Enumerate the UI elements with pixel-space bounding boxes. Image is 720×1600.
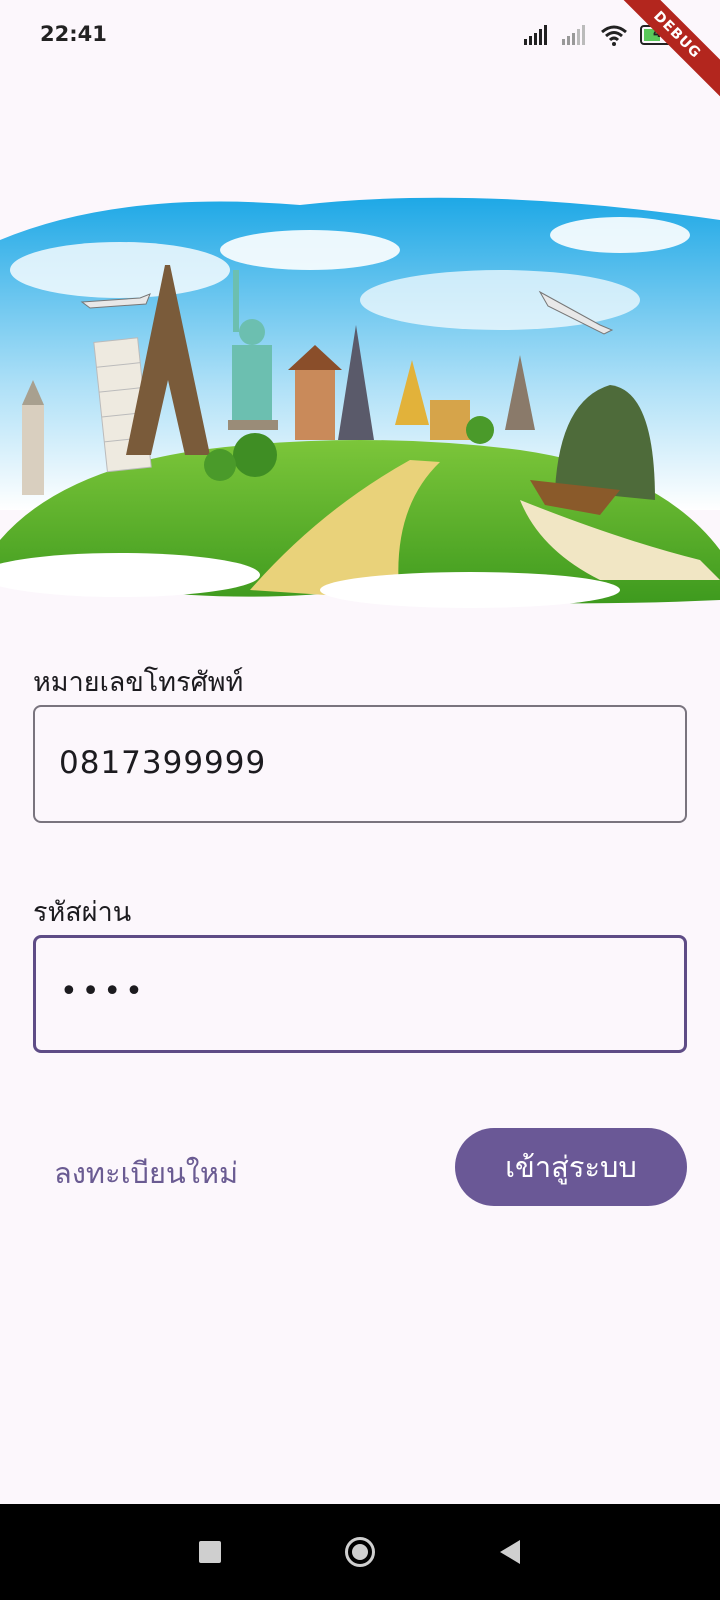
login-button[interactable]: เข้าสู่ระบบ xyxy=(455,1128,687,1206)
register-button[interactable]: ลงทะเบียนใหม่ xyxy=(54,1150,238,1196)
phone-number-value: 0817399999 xyxy=(59,745,267,781)
password-label: รหัสผ่าน xyxy=(33,897,132,928)
travel-landmarks-illustration xyxy=(0,197,720,608)
recents-icon[interactable] xyxy=(188,1530,232,1574)
phone-label: หมายเลขโทรศัพท์ xyxy=(33,667,244,698)
signal-icon xyxy=(562,25,585,45)
password-field[interactable]: •••• xyxy=(33,935,687,1053)
system-navigation-bar xyxy=(0,1504,720,1600)
wifi-icon xyxy=(601,25,627,46)
phone-number-field[interactable]: 0817399999 xyxy=(33,705,687,823)
status-bar: 22:41 43 xyxy=(0,0,720,70)
home-icon[interactable] xyxy=(338,1530,382,1574)
back-icon[interactable] xyxy=(488,1530,532,1574)
login-button-label: เข้าสู่ระบบ xyxy=(505,1150,637,1184)
signal-icon xyxy=(524,25,547,45)
status-time: 22:41 xyxy=(40,22,107,46)
password-value: •••• xyxy=(60,974,147,1009)
